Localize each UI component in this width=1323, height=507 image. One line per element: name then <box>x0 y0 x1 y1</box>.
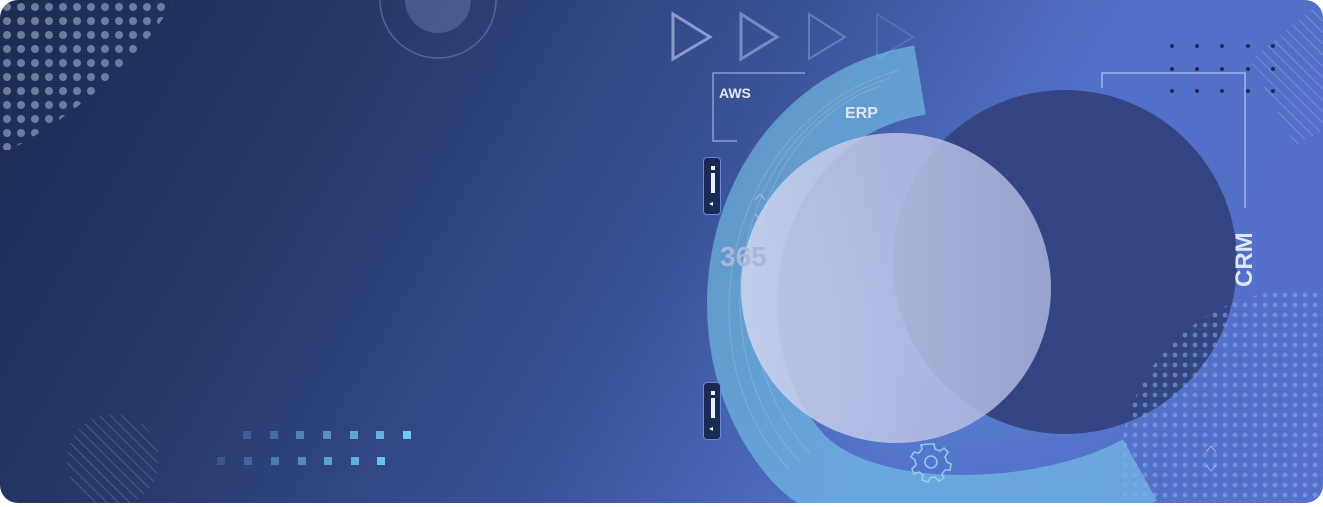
label-crm: CRM <box>1231 232 1258 287</box>
play-triangle-icons <box>671 11 915 62</box>
info-icon: ◂ <box>703 157 721 215</box>
halftone-dots <box>0 0 175 150</box>
square-row <box>217 431 411 465</box>
light-circle <box>741 133 1051 443</box>
hero-banner: ◂ ◂ AWS ERP 365 CRM <box>0 0 1323 503</box>
info-icon: ◂ <box>703 382 721 440</box>
label-aws: AWS <box>719 85 751 101</box>
decorative-background <box>0 0 1323 503</box>
hatch-lines <box>1250 0 1323 145</box>
label-erp: ERP <box>845 105 878 122</box>
label-365: 365 <box>720 241 767 272</box>
hatched-circle <box>67 414 159 503</box>
circle-fill <box>405 0 471 33</box>
